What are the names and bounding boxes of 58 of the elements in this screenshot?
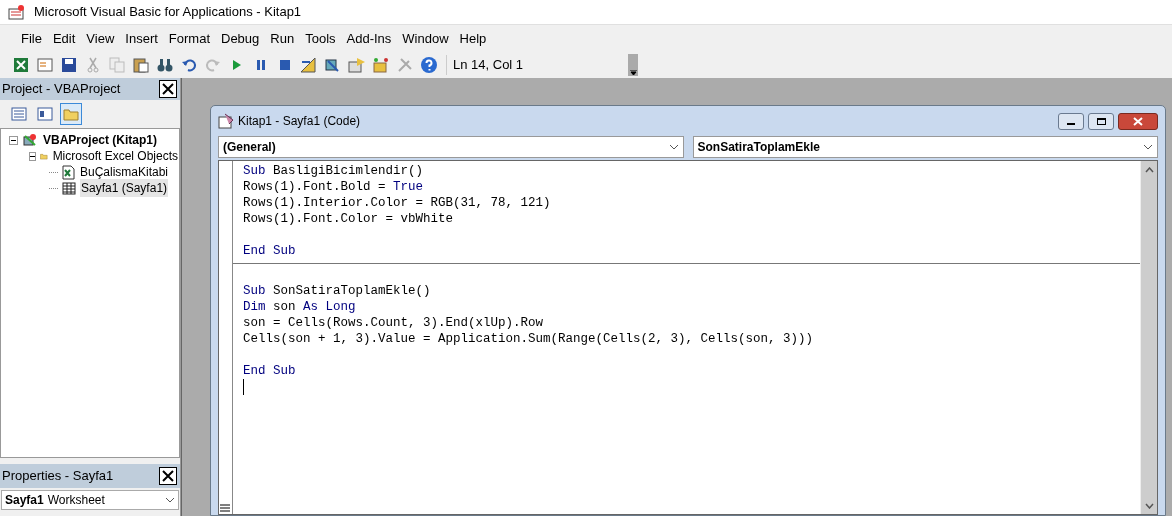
menu-item[interactable]: Window bbox=[397, 26, 454, 51]
restore-button[interactable] bbox=[1088, 112, 1114, 130]
menu-item[interactable]: View bbox=[81, 26, 120, 51]
code-line: Cells(son + 1, 3).Value = Application.Sum(Range(Cells(2, 3), Cells(son, 3))) bbox=[243, 331, 815, 347]
object-dropdown[interactable]: Sayfa1 Worksheet bbox=[1, 490, 179, 510]
minimize-button[interactable] bbox=[1058, 112, 1084, 130]
code-line: Rows(1).Font.Bold = True bbox=[243, 179, 425, 195]
object-type: Worksheet bbox=[47, 492, 106, 509]
menu-item[interactable]: Edit bbox=[47, 26, 81, 51]
object-dropdown[interactable]: (General) bbox=[218, 136, 684, 158]
text-cursor bbox=[243, 379, 244, 395]
excel-file-icon bbox=[62, 164, 75, 180]
procedure-dropdown[interactable]: SonSatiraToplamEkle bbox=[692, 136, 1158, 158]
code-window-title: Kitap1 - Sayfa1 (Code) bbox=[238, 113, 361, 130]
close-button[interactable] bbox=[159, 80, 177, 98]
tree-item[interactable]: Microsoft Excel Objects bbox=[51, 147, 179, 165]
menu-item[interactable]: File bbox=[16, 26, 47, 51]
window-title: Microsoft Visual Basic for Applications - Kitap1 bbox=[34, 3, 302, 22]
code-line: son = Cells(Rows.Count, 3).End(xlUp).Row bbox=[243, 315, 545, 331]
collapse-toggle-icon[interactable] bbox=[9, 135, 18, 145]
code-line: Sub SonSatiraToplamEkle() bbox=[243, 283, 432, 299]
code-module-icon bbox=[218, 113, 234, 129]
app-icon bbox=[8, 4, 26, 20]
code-line: Sub BasligiBicimlendir() bbox=[243, 163, 425, 179]
tree-item[interactable]: VBAProject (Kitap1) bbox=[42, 131, 159, 149]
menu-item[interactable]: Help bbox=[454, 26, 492, 51]
menu-item[interactable]: Run bbox=[265, 26, 300, 51]
code-line: Rows(1).Font.Color = vbWhite bbox=[243, 211, 455, 227]
toggle-folders-icon[interactable] bbox=[60, 103, 82, 125]
code-line: End Sub bbox=[243, 243, 297, 259]
cursor-position: Ln 14, Col 1 bbox=[446, 55, 626, 75]
sheet-icon bbox=[62, 181, 76, 195]
chevron-down-icon bbox=[165, 497, 175, 503]
menu-item[interactable]: Add-Ins bbox=[341, 26, 397, 51]
menu-item[interactable]: Format bbox=[163, 26, 215, 51]
close-button[interactable] bbox=[159, 467, 177, 485]
close-icon bbox=[1133, 116, 1143, 126]
menu-item[interactable]: Insert bbox=[120, 26, 163, 51]
paste-icon[interactable] bbox=[130, 55, 152, 75]
code-line: Rows(1).Interior.Color = RGB(31, 78, 121) bbox=[243, 195, 552, 211]
close-button[interactable] bbox=[1118, 112, 1158, 130]
tree-item[interactable]: BuÇalismaKitabi bbox=[79, 163, 170, 181]
chevron-down-icon bbox=[668, 144, 679, 150]
object-name: Sayfa1 bbox=[5, 492, 44, 509]
menu-item[interactable]: Debug bbox=[216, 26, 265, 51]
panel-title: Properties - Sayfa1 bbox=[2, 467, 114, 486]
menu-item[interactable]: Tools bbox=[300, 26, 341, 51]
code-line: Dim son As Long bbox=[243, 299, 357, 315]
panel-title: Project - VBAProject bbox=[2, 80, 121, 99]
toolbar-options-icon[interactable] bbox=[628, 54, 638, 76]
code-line: End Sub bbox=[243, 363, 297, 379]
tree-item[interactable]: Sayfa1 (Sayfa1) bbox=[80, 179, 169, 197]
collapse-toggle-icon[interactable] bbox=[29, 151, 36, 161]
procedure-view-icon[interactable] bbox=[219, 504, 232, 514]
view-object-icon[interactable] bbox=[34, 104, 56, 124]
help-icon[interactable] bbox=[418, 55, 440, 75]
chevron-down-icon bbox=[1143, 144, 1153, 150]
project-icon bbox=[22, 133, 38, 147]
